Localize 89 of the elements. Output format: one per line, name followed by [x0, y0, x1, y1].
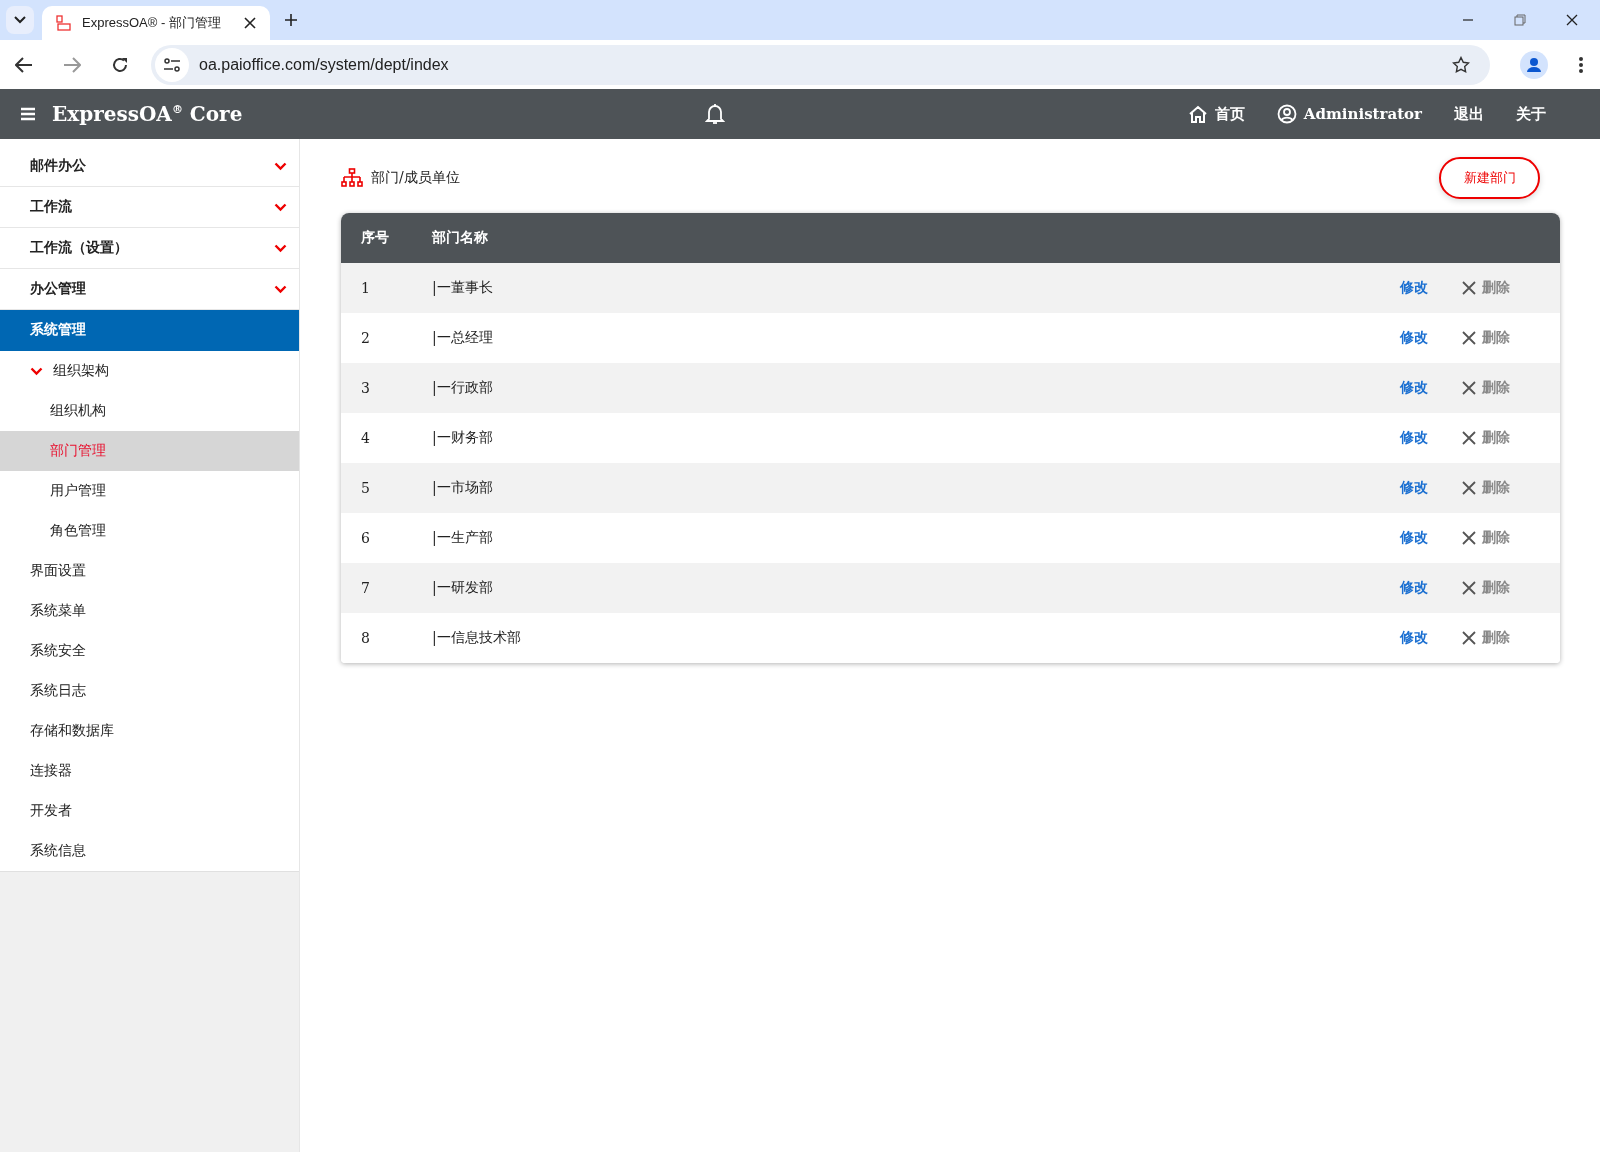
close-icon [1462, 581, 1476, 595]
org-chart-icon [341, 168, 363, 188]
table-cell: |一生产部 [432, 529, 493, 547]
nav-link[interactable]: Administrator [1276, 104, 1422, 124]
nav-link[interactable]: 退出 [1454, 104, 1484, 124]
sidebar-item[interactable]: 存储和数据库 [0, 711, 299, 751]
column-header: 部门名称 [432, 229, 488, 247]
chevron-down-icon [274, 161, 287, 171]
menu-icon[interactable] [20, 107, 36, 121]
table-cell-text: 2 [360, 330, 371, 346]
nav-link[interactable]: 首页 [1187, 104, 1245, 124]
edit-link[interactable]: 修改 [1400, 329, 1428, 347]
sidebar-subitem[interactable]: 组织机构 [0, 391, 299, 431]
edit-link[interactable]: 修改 [1400, 579, 1428, 597]
back-arrow-icon[interactable] [15, 56, 33, 73]
delete-link[interactable]: 删除 [1462, 329, 1510, 347]
table-cell-text: 1 [360, 280, 371, 296]
table-cell: |一总经理 [432, 329, 493, 347]
nav-link[interactable]: 关于 [1516, 104, 1546, 124]
column-header: 序号 [360, 229, 390, 247]
close-icon [1462, 381, 1476, 395]
sidebar-item[interactable]: 系统安全 [0, 631, 299, 671]
table-cell: |一研发部 [432, 579, 493, 597]
home-icon [1187, 105, 1208, 123]
app-logo-icon [56, 15, 72, 31]
new-tab-icon[interactable] [284, 13, 298, 27]
table-cell-text: 3 [360, 380, 371, 396]
chevron-down-icon [274, 284, 287, 294]
star-icon[interactable] [1452, 55, 1470, 74]
url-text: oa.paioffice.com/system/dept/index [199, 55, 449, 74]
close-icon [1462, 631, 1476, 645]
bell-icon[interactable] [705, 103, 726, 125]
tab-title: ExpressOA® - 部门管理 [82, 14, 222, 32]
sidebar-subitem[interactable]: 角色管理 [0, 511, 299, 551]
user-circle-icon [1276, 104, 1297, 124]
close-icon [1462, 481, 1476, 495]
edit-link[interactable]: 修改 [1400, 429, 1428, 447]
forward-arrow-icon[interactable] [63, 56, 81, 73]
sidebar-subitem[interactable]: 用户管理 [0, 471, 299, 511]
close-icon[interactable] [244, 17, 256, 29]
chevron-down-icon [274, 243, 287, 253]
edit-link[interactable]: 修改 [1400, 479, 1428, 497]
edit-link[interactable]: 修改 [1400, 529, 1428, 547]
close-icon [1462, 331, 1476, 345]
table-cell: |一行政部 [432, 379, 493, 397]
restore-icon[interactable] [1514, 14, 1526, 26]
new-department-button[interactable]: 新建部门 [1439, 157, 1540, 199]
reload-icon[interactable] [111, 55, 129, 74]
table-cell-text: 4 [360, 430, 371, 446]
table-cell: |一董事长 [432, 279, 493, 297]
sidebar-item[interactable]: 工作流 [0, 187, 299, 228]
edit-link[interactable]: 修改 [1400, 379, 1428, 397]
page-title: 部门/成员单位 [371, 169, 460, 187]
table-cell: |一信息技术部 [432, 629, 521, 647]
close-window-icon[interactable] [1566, 14, 1578, 26]
edit-link[interactable]: 修改 [1400, 279, 1428, 297]
sidebar-item[interactable]: 系统菜单 [0, 591, 299, 631]
sidebar-subgroup[interactable]: 组织架构 [0, 351, 299, 391]
sidebar-item[interactable]: 系统信息 [0, 831, 299, 871]
edit-link[interactable]: 修改 [1400, 629, 1428, 647]
delete-link[interactable]: 删除 [1462, 429, 1510, 447]
sidebar-item[interactable]: 邮件办公 [0, 146, 299, 187]
table-cell-text: 8 [360, 630, 371, 646]
delete-link[interactable]: 删除 [1462, 529, 1510, 547]
tab-search-button[interactable] [6, 6, 34, 34]
sidebar-item[interactable]: 开发者 [0, 791, 299, 831]
sidebar-item[interactable]: 工作流（设置） [0, 228, 299, 269]
table-cell-text: 7 [360, 580, 371, 596]
profile-avatar-icon[interactable] [1520, 50, 1548, 79]
sidebar-item[interactable]: 界面设置 [0, 551, 299, 591]
more-menu-icon[interactable] [1578, 55, 1584, 74]
sidebar-item[interactable]: 连接器 [0, 751, 299, 791]
table-cell-text: 5 [360, 480, 371, 496]
table-cell: |一市场部 [432, 479, 493, 497]
site-settings-icon[interactable] [155, 47, 189, 82]
sidebar-item[interactable]: 系统日志 [0, 671, 299, 711]
table-cell-text: 6 [360, 530, 371, 546]
close-icon [1462, 281, 1476, 295]
browser-tab[interactable]: ExpressOA® - 部门管理 [42, 6, 270, 40]
delete-link[interactable]: 删除 [1462, 629, 1510, 647]
chevron-down-icon [274, 202, 287, 212]
app-brand: ExpressOA$^{®}$ Core [52, 102, 243, 126]
chevron-down-icon [14, 16, 26, 24]
address-bar[interactable]: oa.paioffice.com/system/dept/index [151, 44, 1490, 85]
close-icon [1462, 531, 1476, 545]
sidebar-item[interactable]: 系统管理 [0, 310, 299, 351]
close-icon [1462, 431, 1476, 445]
table-cell: |一财务部 [432, 429, 493, 447]
chevron-down-icon [30, 366, 43, 376]
